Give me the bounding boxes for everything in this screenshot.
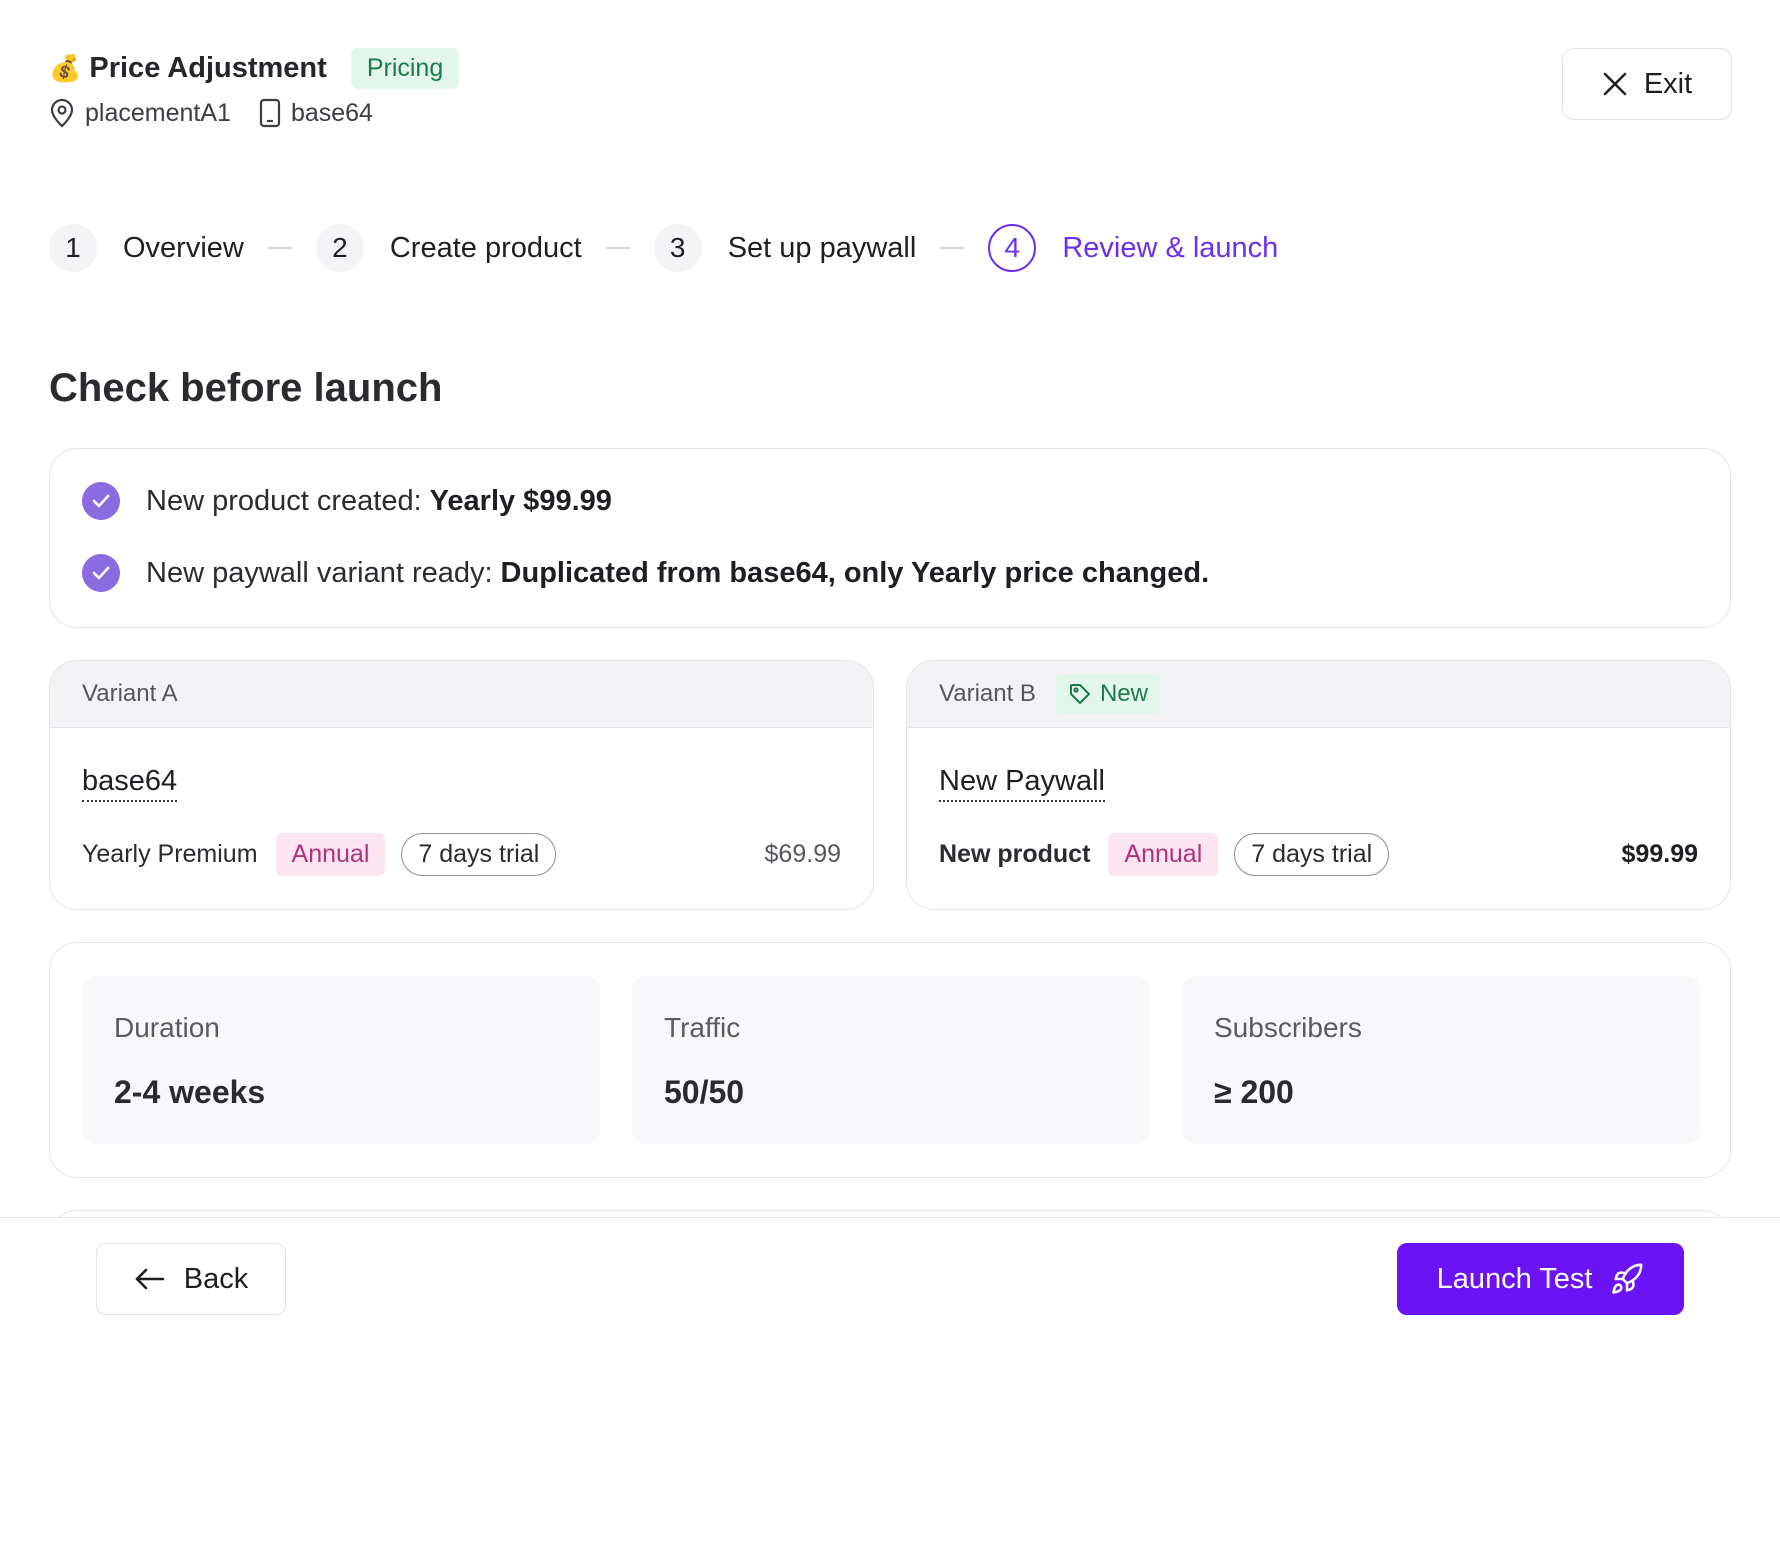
section-title: Check before launch <box>49 366 443 410</box>
stat-traffic: Traffic 50/50 <box>632 976 1150 1144</box>
paywall-meta: base64 <box>259 98 373 128</box>
step-set-up-paywall[interactable]: 3 Set up paywall <box>653 224 917 272</box>
page-title: Price Adjustment <box>89 51 327 84</box>
title-row: 💰 Price Adjustment Pricing <box>49 47 460 89</box>
step-separator <box>605 247 630 249</box>
stat-duration: Duration 2-4 weeks <box>82 976 600 1144</box>
variant-header: Variant B New <box>907 661 1730 728</box>
check-text: New product created: <box>146 484 422 517</box>
tag-icon <box>1069 684 1090 704</box>
exit-label: Exit <box>1643 67 1693 100</box>
checklist-card: New product created: Yearly $99.99 New p… <box>49 448 1731 628</box>
placement-meta: placementA1 <box>49 98 231 128</box>
step-label: Create product <box>389 231 582 264</box>
mobile-device-icon <box>259 98 281 128</box>
step-create-product[interactable]: 2 Create product <box>315 224 582 272</box>
launch-label: Launch Test <box>1436 1262 1593 1295</box>
category-badge: Pricing <box>350 47 460 89</box>
check-text: New paywall variant ready: <box>146 556 493 589</box>
check-highlight: Duplicated from base64, only Yearly pric… <box>500 556 1210 589</box>
product-name: Yearly Premium <box>82 840 258 868</box>
check-item-paywall: New paywall variant ready: Duplicated fr… <box>82 554 1209 592</box>
back-button[interactable]: Back <box>96 1243 286 1315</box>
step-label: Set up paywall <box>727 231 917 264</box>
step-review-launch[interactable]: 4 Review & launch <box>988 224 1278 272</box>
stat-value: 2-4 weeks <box>114 1074 266 1110</box>
check-circle-icon <box>82 554 120 592</box>
trial-badge: 7 days trial <box>1234 833 1390 876</box>
check-item-product: New product created: Yearly $99.99 <box>82 482 612 520</box>
paywall-name-link[interactable]: New Paywall <box>939 765 1105 802</box>
arrow-left-icon <box>135 1268 165 1290</box>
check-circle-icon <box>82 482 120 520</box>
step-label: Overview <box>123 231 244 264</box>
money-bag-icon: 💰 <box>49 53 82 83</box>
step-number: 4 <box>988 224 1037 272</box>
test-settings-card: Duration 2-4 weeks Traffic 50/50 Subscri… <box>49 942 1731 1178</box>
product-price: $69.99 <box>764 840 841 868</box>
variant-a-card: Variant A base64 Yearly Premium Annual 7… <box>49 660 874 910</box>
stat-subscribers: Subscribers ≥ 200 <box>1182 976 1700 1144</box>
exit-button[interactable]: Exit <box>1562 48 1732 120</box>
product-row: New product Annual 7 days trial $99.99 <box>939 833 1698 876</box>
check-highlight: Yearly $99.99 <box>429 484 612 517</box>
step-separator <box>267 247 292 249</box>
variant-label: Variant B <box>939 680 1036 707</box>
stepper: 1 Overview 2 Create product 3 Set up pay… <box>49 224 1278 272</box>
step-overview[interactable]: 1 Overview <box>49 224 244 272</box>
header: 💰 Price Adjustment Pricing placementA1 b… <box>49 47 460 128</box>
trial-badge: 7 days trial <box>401 833 557 876</box>
stat-value: ≥ 200 <box>1214 1074 1294 1110</box>
location-pin-icon <box>50 98 74 128</box>
launch-test-button[interactable]: Launch Test <box>1397 1243 1684 1315</box>
rocket-icon <box>1612 1263 1643 1294</box>
product-row: Yearly Premium Annual 7 days trial $69.9… <box>82 833 841 876</box>
stat-label: Duration <box>114 1012 220 1043</box>
variant-header: Variant A <box>50 661 873 728</box>
close-icon <box>1603 72 1627 96</box>
back-label: Back <box>183 1262 249 1295</box>
paywall-name-link[interactable]: base64 <box>82 765 178 802</box>
period-badge: Annual <box>1108 833 1219 876</box>
stat-value: 50/50 <box>664 1074 745 1110</box>
variant-b-card: Variant B New New Paywall New product An… <box>906 660 1731 910</box>
new-badge-label: New <box>1099 680 1148 707</box>
step-number: 3 <box>653 224 702 272</box>
new-badge: New <box>1055 674 1160 714</box>
meta-row: placementA1 base64 <box>49 98 459 128</box>
step-label: Review & launch <box>1062 231 1279 264</box>
stat-label: Subscribers <box>1214 1012 1362 1043</box>
paywall-name: base64 <box>290 98 373 127</box>
product-price: $99.99 <box>1621 840 1698 868</box>
product-name: New product <box>939 840 1091 868</box>
period-badge: Annual <box>275 833 386 876</box>
step-number: 2 <box>315 224 364 272</box>
variant-label: Variant A <box>82 680 178 707</box>
step-number: 1 <box>49 224 97 272</box>
footer-bar: Back Launch Test <box>0 1217 1780 1542</box>
step-separator <box>940 247 965 249</box>
placement-name: placementA1 <box>85 98 231 127</box>
stat-label: Traffic <box>664 1012 741 1043</box>
